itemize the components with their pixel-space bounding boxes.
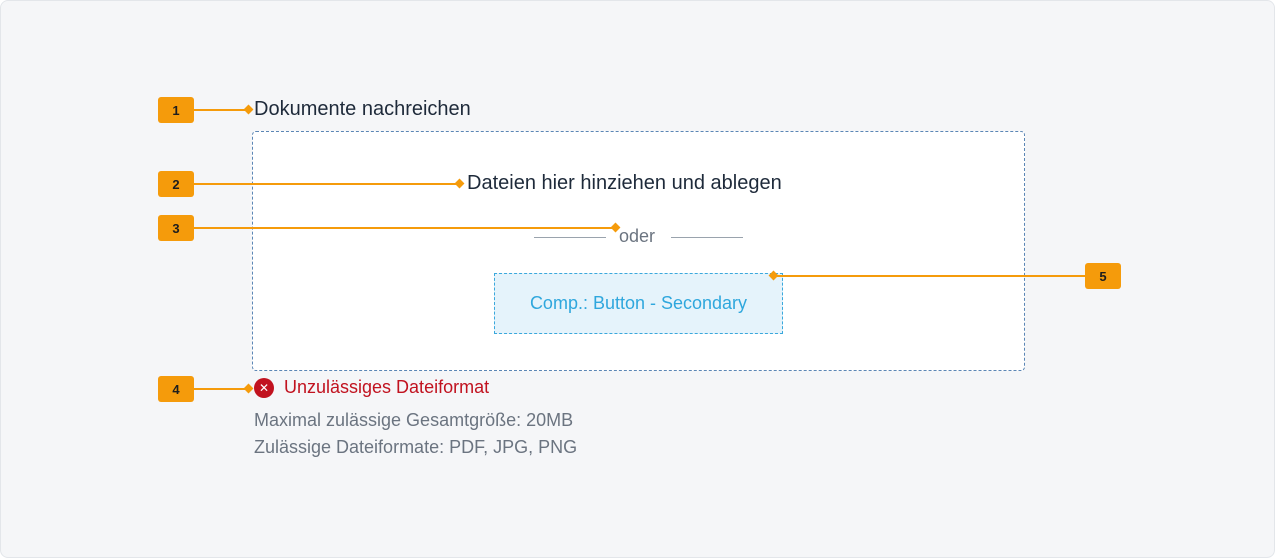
error-message: ✕ Unzulässiges Dateiformat bbox=[254, 377, 489, 398]
annotation-marker-5: 5 bbox=[1085, 263, 1121, 289]
annotation-leader-3 bbox=[194, 227, 616, 229]
annotation-marker-3: 3 bbox=[158, 215, 194, 241]
or-separator: oder bbox=[534, 226, 743, 248]
drop-instruction: Dateien hier hinziehen und ablegen bbox=[467, 172, 782, 194]
error-text: Unzulässiges Dateiformat bbox=[284, 377, 490, 397]
annotation-dot-1 bbox=[243, 104, 254, 115]
canvas: Dokumente nachreichen Dateien hier hinzi… bbox=[0, 0, 1275, 558]
or-label: oder bbox=[619, 226, 656, 246]
separator-line-left bbox=[534, 237, 606, 238]
annotation-dot-4 bbox=[243, 383, 254, 394]
file-dropzone[interactable] bbox=[252, 131, 1025, 371]
annotation-leader-4 bbox=[194, 388, 248, 390]
max-size-hint: Maximal zulässige Gesamtgröße: 20MB bbox=[254, 410, 574, 430]
file-formats-hint: Zulässige Dateiformate: PDF, JPG, PNG bbox=[254, 437, 578, 457]
annotation-leader-1 bbox=[194, 109, 248, 111]
annotation-leader-2 bbox=[194, 183, 459, 185]
annotation-marker-2: 2 bbox=[158, 171, 194, 197]
error-circle-icon: ✕ bbox=[254, 377, 274, 398]
choose-file-button[interactable]: Comp.: Button - Secondary bbox=[494, 273, 783, 334]
separator-line-right bbox=[671, 237, 743, 238]
upload-title: Dokumente nachreichen bbox=[254, 98, 471, 120]
annotation-marker-4: 4 bbox=[158, 376, 194, 402]
annotation-marker-1: 1 bbox=[158, 97, 194, 123]
annotation-leader-5 bbox=[773, 275, 1085, 277]
